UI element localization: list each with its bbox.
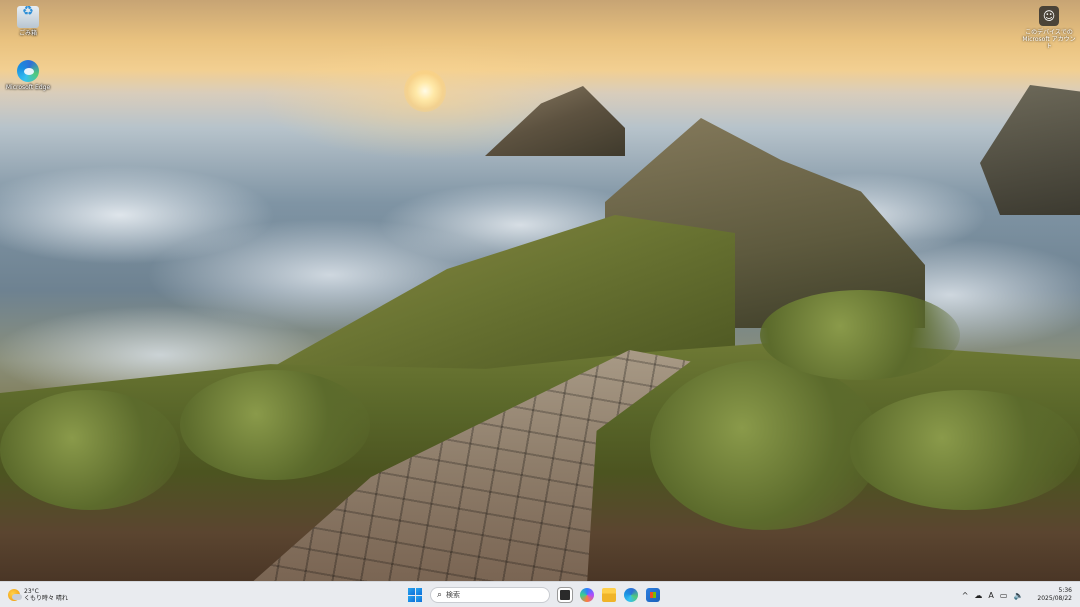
clock[interactable]: 5:36 2025/08/22 xyxy=(1037,587,1072,603)
shrub xyxy=(850,390,1080,510)
shrub xyxy=(650,360,880,530)
desktop-wallpaper: ごみ箱 Microsoft Edge ☺ このデバイスでの Microsoft … xyxy=(0,0,1080,581)
shrub xyxy=(760,290,960,380)
desktop-icon-recycle-bin[interactable]: ごみ箱 xyxy=(0,6,56,37)
edge-icon xyxy=(17,60,39,82)
speaker-icon[interactable]: 🔈 xyxy=(1013,591,1023,600)
account-widget[interactable]: ☺ このデバイスでの Microsoft アカウント xyxy=(1020,6,1078,50)
clock-time: 5:36 xyxy=(1058,587,1072,594)
shrub xyxy=(180,370,370,480)
chevron-up-icon[interactable]: ^ xyxy=(962,591,969,600)
windows-logo-icon xyxy=(408,588,415,595)
start-button[interactable] xyxy=(408,588,422,602)
network-icon[interactable]: ▭ xyxy=(1000,591,1008,600)
desktop-icon-label: ごみ箱 xyxy=(18,30,37,37)
copilot-icon[interactable] xyxy=(580,588,594,602)
search-box[interactable]: ⌕ 検索 xyxy=(430,587,550,603)
tray-app-icon[interactable]: ☁ xyxy=(974,591,982,600)
partly-cloudy-icon xyxy=(8,589,22,601)
file-explorer-icon[interactable] xyxy=(602,588,616,602)
search-placeholder: 検索 xyxy=(446,591,461,599)
desktop-icon-label: Microsoft Edge xyxy=(5,84,51,91)
taskbar-center: ⌕ 検索 xyxy=(408,585,660,605)
ime-indicator[interactable]: A xyxy=(988,591,993,600)
search-icon: ⌕ xyxy=(437,590,443,600)
system-tray: ^ ☁ A ▭ 🔈 5:36 2025/08/22 xyxy=(962,584,1072,606)
account-circle-icon: ☺ xyxy=(1039,6,1059,26)
recycle-bin-icon xyxy=(17,6,39,28)
task-view-icon[interactable] xyxy=(558,588,572,602)
clock-date: 2025/08/22 xyxy=(1037,595,1072,602)
account-label-line2: Microsoft アカウント xyxy=(1022,36,1076,50)
edge-icon[interactable] xyxy=(624,588,638,602)
weather-temp: 23°C xyxy=(24,588,39,595)
desktop-icon-edge[interactable]: Microsoft Edge xyxy=(0,60,56,91)
taskbar: 23°C くもり時々 晴れ ⌕ 検索 ^ ☁ A ▭ 🔈 5:36 2025/0… xyxy=(0,581,1080,607)
weather-condition: くもり時々 晴れ xyxy=(24,595,68,602)
store-icon[interactable] xyxy=(646,588,660,602)
shrub xyxy=(0,390,180,510)
account-label-line1: このデバイスでの xyxy=(1025,29,1073,36)
weather-widget[interactable]: 23°C くもり時々 晴れ xyxy=(8,586,68,604)
